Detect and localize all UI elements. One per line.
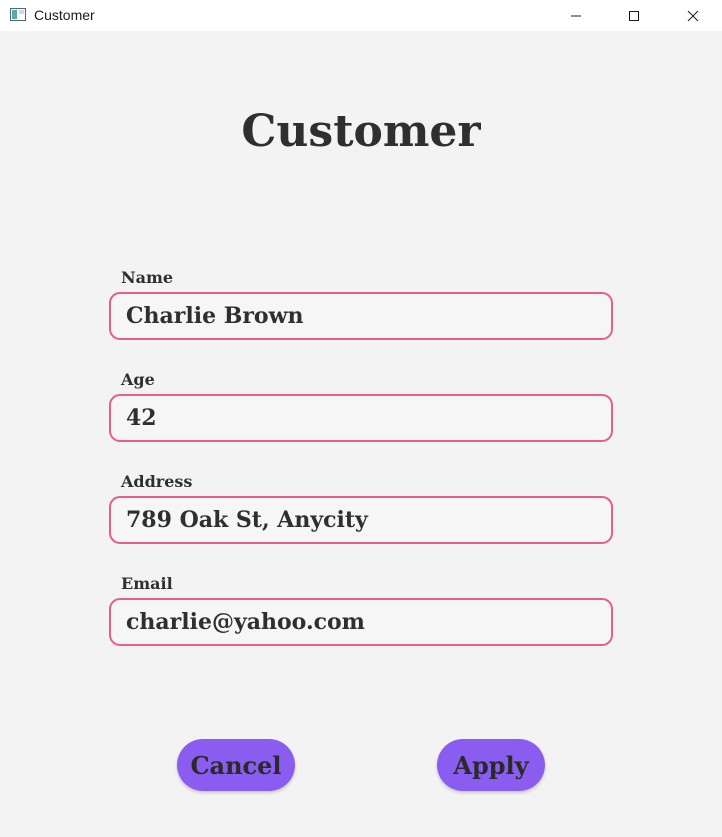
app-window-icon [10,8,26,21]
cancel-button[interactable]: Cancel [177,739,295,791]
minimize-icon [571,15,581,16]
close-icon [687,10,699,21]
maximize-icon [629,10,639,21]
age-label: Age [121,370,155,389]
maximize-button[interactable] [605,0,663,31]
page-title: Customer [241,106,481,157]
window-title: Customer [34,7,95,23]
address-field[interactable] [109,496,613,544]
apply-button[interactable]: Apply [437,739,545,791]
close-button[interactable] [664,0,722,31]
title-bar: Customer [0,0,722,31]
minimize-button[interactable] [547,0,605,31]
email-label: Email [121,574,173,593]
name-label: Name [121,268,174,287]
address-label: Address [121,472,193,491]
email-field[interactable] [109,598,613,646]
age-field[interactable] [109,394,613,442]
name-field[interactable] [109,292,613,340]
